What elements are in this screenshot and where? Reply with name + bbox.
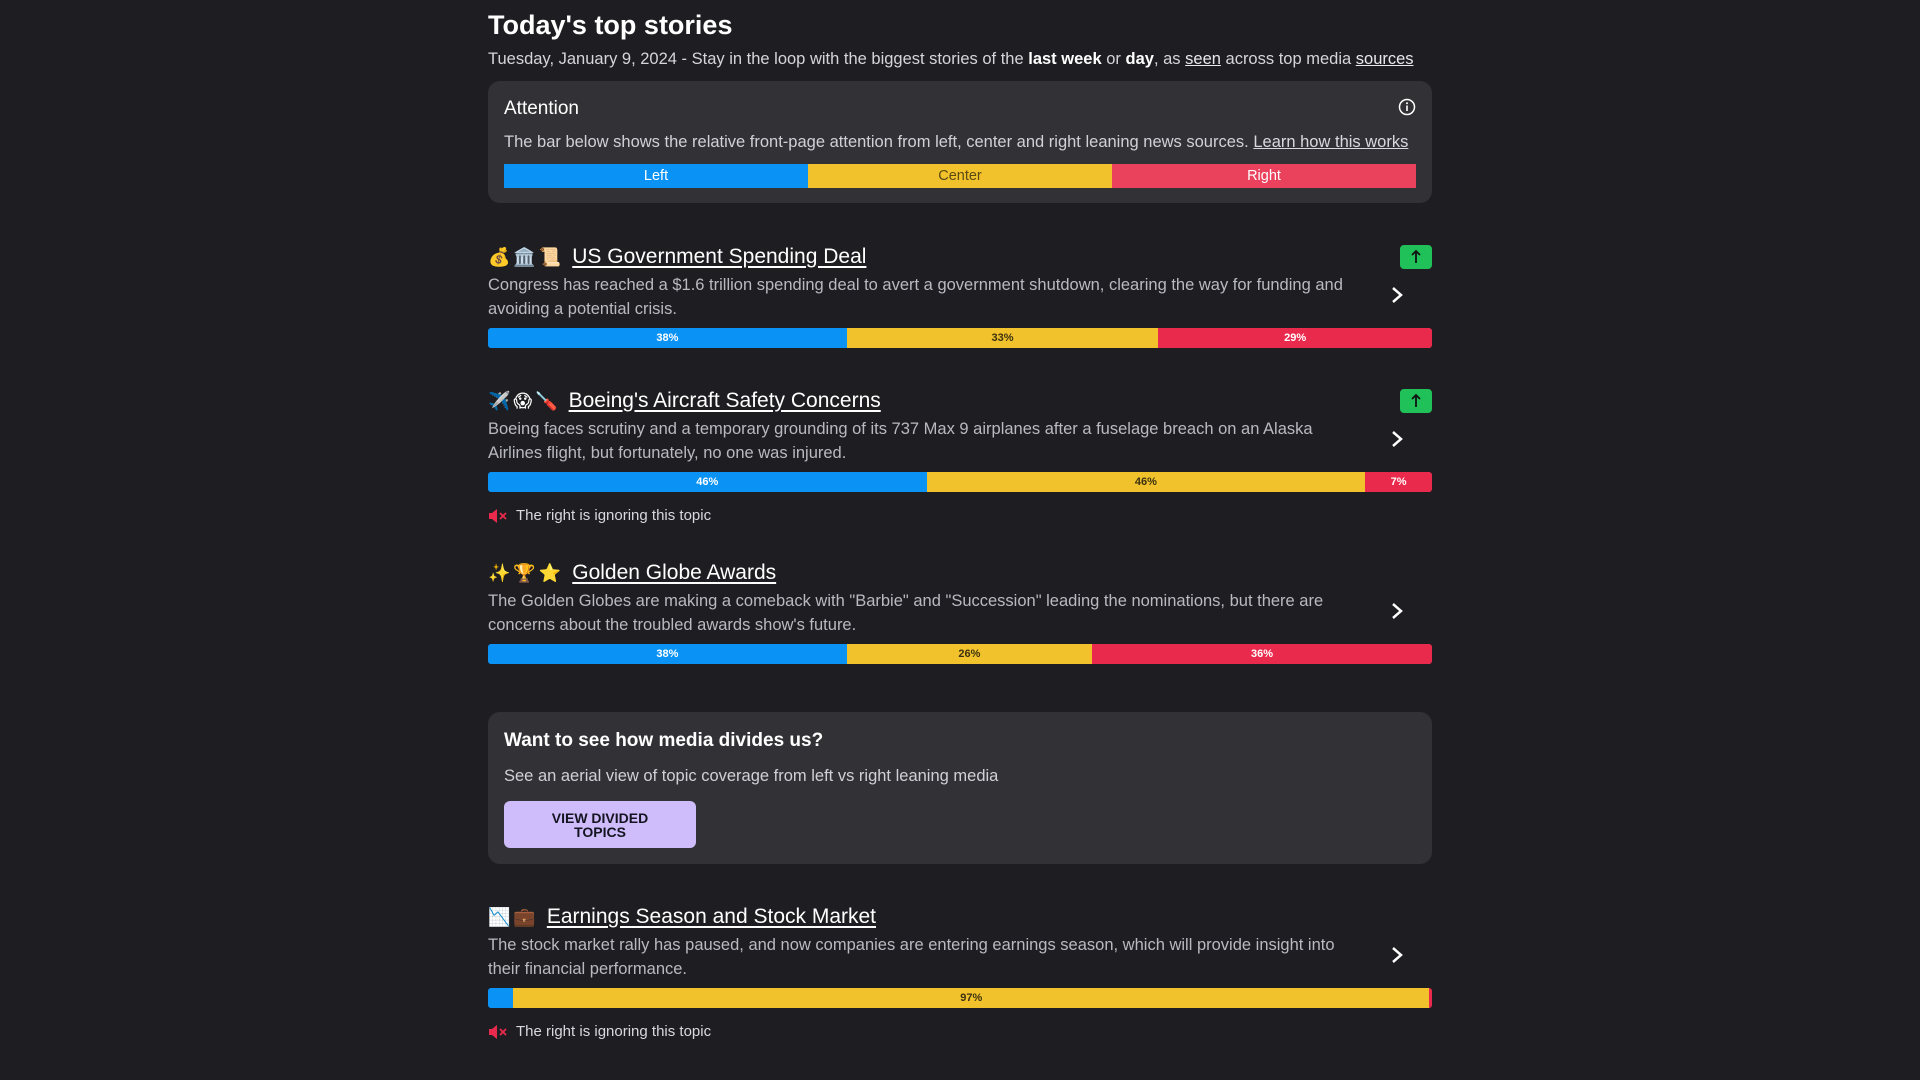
bar-left-segment: 38%	[488, 644, 847, 664]
arrow-up-icon	[1411, 249, 1421, 263]
story-title-text[interactable]: Boeing's Aircraft Safety Concerns	[569, 389, 881, 413]
legend-left: Left	[504, 164, 808, 188]
learn-how-link[interactable]: Learn how this works	[1253, 133, 1408, 151]
attention-bar: 38% 33% 29%	[488, 328, 1432, 348]
bar-center-segment: 33%	[846, 328, 1159, 348]
story-card[interactable]: ✨🏆⭐ Golden Globe Awards The Golden Globe…	[488, 561, 1432, 665]
trending-up-badge	[1400, 389, 1432, 413]
page-subtitle: Tuesday, January 9, 2024 - Stay in the l…	[488, 50, 1414, 69]
promo-description: See an aerial view of topic coverage fro…	[504, 767, 999, 785]
chevron-right-icon[interactable]	[1390, 945, 1404, 965]
subtitle-or: or	[1106, 50, 1121, 68]
subtitle-text: Tuesday, January 9, 2024 - Stay in the l…	[488, 50, 1024, 68]
story-title-text[interactable]: Golden Globe Awards	[572, 561, 776, 585]
promo-title: Want to see how media divides us?	[504, 730, 824, 751]
bar-left-segment	[488, 988, 514, 1008]
story-card[interactable]: ✈️😱🪛 Boeing's Aircraft Safety Concerns B…	[488, 389, 1432, 529]
story-title[interactable]: ✨🏆⭐ Golden Globe Awards	[488, 561, 776, 585]
ignoring-note-text: The right is ignoring this topic	[516, 1023, 712, 1040]
chevron-right-icon[interactable]	[1390, 601, 1404, 621]
bar-right-segment: 7%	[1365, 472, 1432, 492]
attention-description-text: The bar below shows the relative front-p…	[504, 133, 1249, 151]
story-description: Boeing faces scrutiny and a temporary gr…	[488, 420, 1313, 462]
bar-right-segment	[1429, 988, 1432, 1008]
story-title[interactable]: 💰🏛️📜 US Government Spending Deal	[488, 245, 866, 269]
seen-link[interactable]: seen	[1185, 50, 1221, 68]
muted-speaker-icon	[489, 508, 507, 523]
arrow-up-icon	[1411, 393, 1421, 407]
story-description: The Golden Globes are making a comeback …	[488, 592, 1324, 634]
legend-center: Center	[808, 164, 1112, 188]
ignoring-note-text: The right is ignoring this topic	[516, 507, 712, 524]
sources-link[interactable]: sources	[1356, 50, 1414, 68]
attention-card: Attention The bar below shows the relati…	[488, 81, 1432, 203]
view-divided-topics-button[interactable]: VIEW DIVIDED TOPICS	[504, 801, 696, 848]
chevron-right-icon[interactable]	[1390, 429, 1404, 449]
bar-left-segment: 38%	[488, 328, 847, 348]
bar-right-segment: 29%	[1158, 328, 1432, 348]
story-emojis: ✈️😱🪛	[488, 390, 561, 411]
bar-center-segment: 46%	[926, 472, 1366, 492]
info-icon[interactable]	[1398, 98, 1416, 116]
story-description: The stock market rally has paused, and n…	[488, 936, 1335, 978]
chevron-right-icon[interactable]	[1390, 285, 1404, 305]
ignoring-note: The right is ignoring this topic	[488, 507, 711, 524]
subtitle-as: , as	[1153, 50, 1181, 68]
legend-right: Right	[1112, 164, 1416, 188]
muted-speaker-icon	[489, 1024, 507, 1039]
bar-right-segment: 36%	[1092, 644, 1432, 664]
attention-legend-bar: Left Center Right	[504, 164, 1416, 188]
story-title[interactable]: ✈️😱🪛 Boeing's Aircraft Safety Concerns	[488, 389, 881, 413]
day-toggle[interactable]: day	[1126, 50, 1154, 68]
attention-bar: 46% 46% 7%	[488, 472, 1432, 492]
story-emojis: 📉💼	[488, 906, 539, 927]
story-emojis: ✨🏆⭐	[488, 562, 565, 583]
divided-topics-promo: Want to see how media divides us? See an…	[488, 712, 1432, 864]
story-description: Congress has reached a $1.6 trillion spe…	[488, 276, 1343, 318]
bar-center-segment: 97%	[513, 988, 1430, 1008]
ignoring-note: The right is ignoring this topic	[488, 1023, 711, 1040]
last-week-toggle[interactable]: last week	[1028, 50, 1101, 68]
attention-title: Attention	[504, 98, 579, 119]
subtitle-across: across top media	[1225, 50, 1352, 68]
attention-bar: 97%	[488, 988, 1432, 1008]
story-title[interactable]: 📉💼 Earnings Season and Stock Market	[488, 905, 876, 929]
story-emojis: 💰🏛️📜	[488, 246, 565, 267]
story-title-text[interactable]: US Government Spending Deal	[572, 245, 866, 269]
attention-bar: 38% 26% 36%	[488, 644, 1432, 664]
page-title: Today's top stories	[488, 10, 733, 40]
bar-center-segment: 26%	[846, 644, 1093, 664]
story-title-text[interactable]: Earnings Season and Stock Market	[547, 905, 876, 929]
trending-up-badge	[1400, 245, 1432, 269]
attention-description: The bar below shows the relative front-p…	[504, 133, 1408, 152]
bar-left-segment: 46%	[488, 472, 927, 492]
story-card[interactable]: 📉💼 Earnings Season and Stock Market The …	[488, 905, 1432, 1047]
story-card[interactable]: 💰🏛️📜 US Government Spending Deal Congres…	[488, 245, 1432, 348]
